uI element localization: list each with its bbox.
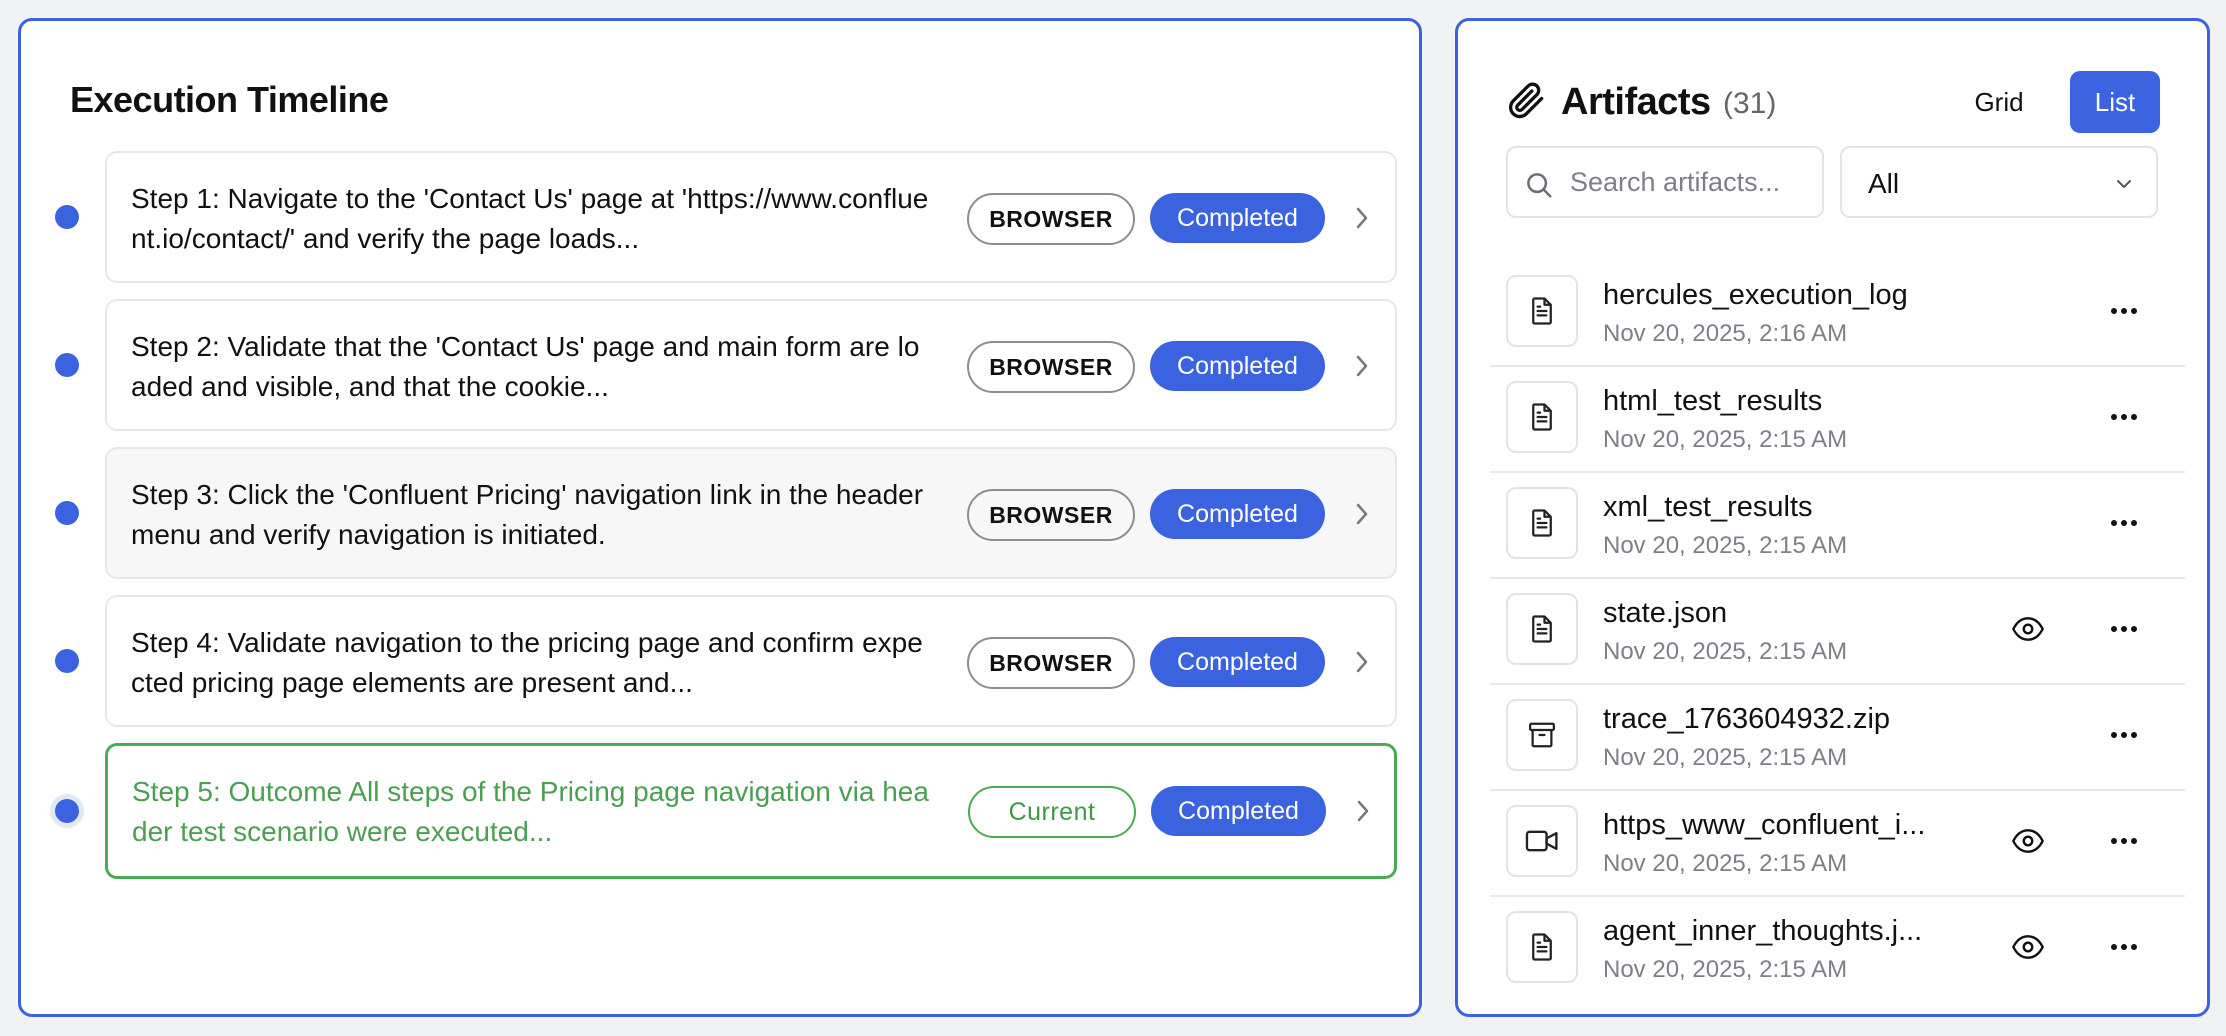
artifacts-list[interactable]: hercules_execution_log Nov 20, 2025, 2:1… [1490,261,2185,983]
more-options-icon[interactable] [2104,823,2144,859]
timeline-title: Execution Timeline [70,79,389,120]
execution-timeline-panel: Execution Timeline Step 1: Navigate to t… [18,18,1422,1017]
step-card[interactable]: Step 4: Validate navigation to the prici… [105,595,1397,727]
eye-icon[interactable] [2008,929,2048,965]
artifact-item[interactable]: hercules_execution_log Nov 20, 2025, 2:1… [1490,261,2185,367]
timeline-step[interactable]: Step 4: Validate navigation to the prici… [21,595,1419,727]
step-text: Step 1: Navigate to the 'Contact Us' pag… [131,183,929,254]
step-text: Step 4: Validate navigation to the prici… [131,627,923,698]
artifact-item[interactable]: agent_inner_thoughts.j... Nov 20, 2025, … [1490,897,2185,983]
timeline-step[interactable]: Step 2: Validate that the 'Contact Us' p… [21,299,1419,431]
grid-view-button[interactable]: Grid [1948,71,2050,133]
step-dot [55,649,79,673]
step-card[interactable]: Step 1: Navigate to the 'Contact Us' pag… [105,151,1397,283]
video-icon [1506,805,1578,877]
step-card[interactable]: Step 3: Click the 'Confluent Pricing' na… [105,447,1397,579]
artifact-name[interactable]: hercules_execution_log [1603,279,1953,312]
search-input[interactable] [1570,162,1810,202]
step-type-badge: BROWSER [967,637,1135,689]
artifacts-title: Artifacts [1561,81,1711,123]
artifact-item[interactable]: html_test_results Nov 20, 2025, 2:15 AM [1490,367,2185,473]
timeline-step[interactable]: Step 3: Click the 'Confluent Pricing' na… [21,447,1419,579]
step-card-current[interactable]: Step 5: Outcome All steps of the Pricing… [105,743,1397,879]
step-dot [55,205,79,229]
search-icon [1524,170,1554,205]
step-status-badge: Completed [1150,341,1325,391]
artifact-name[interactable]: agent_inner_thoughts.j... [1603,915,1953,948]
eye-icon[interactable] [2008,823,2048,859]
search-box[interactable] [1506,146,1824,218]
chevron-right-icon[interactable] [1347,349,1377,383]
filter-value: All [1868,168,1900,199]
step-text: Step 5: Outcome All steps of the Pricing… [132,776,929,847]
artifact-date: Nov 20, 2025, 2:15 AM [1603,426,1848,453]
more-options-icon[interactable] [2104,505,2144,541]
artifact-name[interactable]: trace_1763604932.zip [1603,703,1953,736]
document-icon [1506,911,1578,983]
more-options-icon[interactable] [2104,399,2144,435]
more-options-icon[interactable] [2104,717,2144,753]
chevron-right-icon[interactable] [1348,794,1378,828]
chevron-down-icon [2112,172,2136,201]
chevron-right-icon[interactable] [1347,645,1377,679]
artifact-item[interactable]: xml_test_results Nov 20, 2025, 2:15 AM [1490,473,2185,579]
document-icon [1506,381,1578,453]
timeline-step-current[interactable]: Step 5: Outcome All steps of the Pricing… [21,743,1419,879]
step-dot [55,501,79,525]
more-options-icon[interactable] [2104,611,2144,647]
artifact-item[interactable]: trace_1763604932.zip Nov 20, 2025, 2:15 … [1490,685,2185,791]
artifact-name[interactable]: state.json [1603,597,1953,630]
step-type-badge: BROWSER [967,341,1135,393]
document-icon [1506,593,1578,665]
more-options-icon[interactable] [2104,293,2144,329]
artifact-date: Nov 20, 2025, 2:15 AM [1603,956,1848,983]
artifact-date: Nov 20, 2025, 2:15 AM [1603,744,1848,771]
step-current-badge: Current [968,786,1136,838]
artifact-name[interactable]: https_www_confluent_i... [1603,809,1953,842]
document-icon [1506,275,1578,347]
step-type-badge: BROWSER [967,193,1135,245]
artifact-item[interactable]: state.json Nov 20, 2025, 2:15 AM [1490,579,2185,685]
artifact-name[interactable]: xml_test_results [1603,491,1953,524]
list-view-button[interactable]: List [2070,71,2160,133]
chevron-right-icon[interactable] [1347,201,1377,235]
step-dot-current [55,799,79,823]
step-text: Step 3: Click the 'Confluent Pricing' na… [131,479,924,550]
artifact-date: Nov 20, 2025, 2:15 AM [1603,850,1848,877]
artifacts-header: Artifacts (31) Grid List [1458,21,2207,141]
step-dot [55,353,79,377]
filter-select[interactable]: All [1840,146,2158,218]
step-status-badge: Completed [1150,489,1325,539]
step-status-badge: Completed [1150,637,1325,687]
archive-icon [1506,699,1578,771]
paperclip-icon [1506,79,1546,126]
artifact-name[interactable]: html_test_results [1603,385,1953,418]
artifact-item[interactable]: https_www_confluent_i... Nov 20, 2025, 2… [1490,791,2185,897]
artifact-date: Nov 20, 2025, 2:15 AM [1603,532,1848,559]
step-status-badge: Completed [1151,786,1326,836]
artifact-date: Nov 20, 2025, 2:16 AM [1603,320,1848,347]
artifacts-count: (31) [1723,87,1777,120]
artifact-date: Nov 20, 2025, 2:15 AM [1603,638,1848,665]
step-type-badge: BROWSER [967,489,1135,541]
timeline-step[interactable]: Step 1: Navigate to the 'Contact Us' pag… [21,151,1419,283]
chevron-right-icon[interactable] [1347,497,1377,531]
more-options-icon[interactable] [2104,929,2144,965]
step-card[interactable]: Step 2: Validate that the 'Contact Us' p… [105,299,1397,431]
artifacts-panel: Artifacts (31) Grid List All hercules_ex… [1455,18,2210,1017]
document-icon [1506,487,1578,559]
eye-icon[interactable] [2008,611,2048,647]
step-status-badge: Completed [1150,193,1325,243]
step-text: Step 2: Validate that the 'Contact Us' p… [131,331,920,402]
